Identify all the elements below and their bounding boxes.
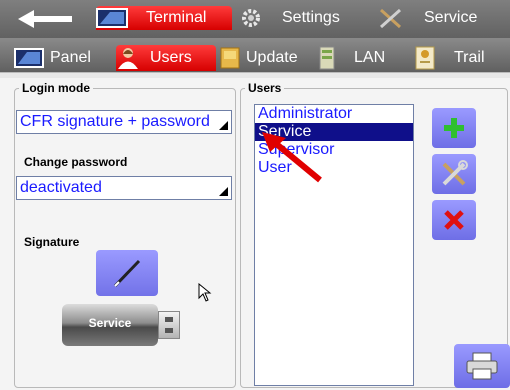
- add-user-button[interactable]: [432, 108, 476, 148]
- update-icon: [220, 47, 240, 69]
- usb-connector: [158, 311, 180, 339]
- annotation-arrow: [262, 132, 322, 183]
- trail-icon: [415, 46, 435, 70]
- login-mode-select[interactable]: CFR signature + password: [16, 110, 232, 134]
- dropdown-triangle-icon: [219, 187, 228, 196]
- tab-lan[interactable]: LAN: [316, 45, 406, 71]
- change-password-label: Change password: [24, 155, 128, 169]
- tab-update[interactable]: Update: [218, 45, 314, 71]
- users-legend: Users: [245, 81, 285, 95]
- service-tools-icon: [379, 8, 402, 29]
- delete-icon: [444, 210, 464, 230]
- tab-users-label: Users: [150, 49, 192, 66]
- terminal-icon: [96, 8, 128, 28]
- edit-user-button[interactable]: [432, 154, 476, 194]
- add-icon: [444, 118, 464, 138]
- users-icon: [118, 48, 138, 69]
- login-mode-value: CFR signature + password: [20, 113, 210, 130]
- back-button[interactable]: [6, 6, 86, 32]
- printer-icon: [466, 352, 498, 380]
- usb-stick-icon: Service: [62, 304, 180, 346]
- pen-icon: [113, 259, 141, 288]
- tab-panel[interactable]: Panel: [14, 45, 114, 71]
- change-password-select[interactable]: deactivated: [16, 176, 232, 200]
- delete-user-button[interactable]: [432, 200, 476, 240]
- signature-label: Signature: [24, 235, 80, 249]
- tab-settings[interactable]: Settings: [240, 6, 370, 30]
- login-mode-legend: Login mode: [19, 81, 93, 95]
- signature-pen-button[interactable]: [96, 250, 158, 296]
- tab-users[interactable]: Users: [116, 45, 216, 71]
- dropdown-triangle-icon: [219, 121, 228, 130]
- print-button[interactable]: [454, 344, 510, 388]
- tab-trail[interactable]: Trail: [414, 45, 510, 71]
- tab-service[interactable]: Service: [378, 6, 510, 30]
- tab-settings-label: Settings: [282, 9, 340, 26]
- sub-tab-bar: Panel Users Update LAN Trail: [0, 38, 510, 72]
- tab-lan-label: LAN: [354, 49, 386, 66]
- tab-trail-label: Trail: [454, 49, 485, 66]
- tab-service-label: Service: [424, 9, 478, 26]
- tab-panel-label: Panel: [50, 49, 91, 66]
- cursor-icon: [198, 283, 212, 302]
- edit-tools-icon: [442, 160, 468, 186]
- settings-gear-icon: [242, 9, 260, 27]
- back-arrow-icon: [18, 10, 72, 28]
- change-password-value: deactivated: [20, 179, 102, 196]
- tab-terminal[interactable]: Terminal: [96, 6, 232, 30]
- list-item-administrator[interactable]: Administrator: [255, 105, 413, 123]
- panel-icon: [14, 48, 44, 68]
- tab-separator: [0, 72, 510, 78]
- usb-stick-label: Service: [88, 316, 132, 330]
- tab-update-label: Update: [246, 49, 298, 66]
- tab-terminal-label: Terminal: [146, 9, 207, 26]
- lan-icon: [319, 46, 335, 70]
